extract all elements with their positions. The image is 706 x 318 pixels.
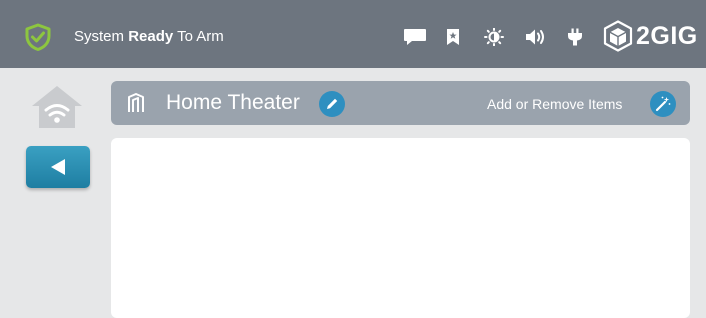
room-header-bar: Home Theater Add or Remove Items bbox=[111, 81, 690, 125]
back-button[interactable] bbox=[26, 146, 90, 188]
cube-logo-icon bbox=[603, 20, 633, 52]
pencil-icon bbox=[327, 98, 338, 109]
brand-name: 2GIG bbox=[636, 22, 698, 50]
home-wifi-icon bbox=[32, 86, 82, 128]
magic-wand-icon bbox=[655, 96, 671, 112]
shield-check-icon bbox=[25, 23, 51, 51]
back-arrow-icon bbox=[51, 159, 65, 175]
message-icon[interactable] bbox=[403, 28, 427, 46]
doorway-icon bbox=[128, 93, 144, 112]
status-suffix: To Arm bbox=[173, 28, 224, 45]
brightness-icon[interactable] bbox=[482, 28, 506, 46]
top-status-bar: System Ready To Arm 2GIG bbox=[0, 0, 706, 68]
add-remove-items-button[interactable] bbox=[650, 91, 676, 117]
add-remove-items-label[interactable]: Add or Remove Items bbox=[487, 95, 622, 113]
room-title: Home Theater bbox=[166, 91, 300, 114]
system-status-text: System Ready To Arm bbox=[74, 27, 224, 47]
power-plug-icon[interactable] bbox=[566, 28, 584, 46]
edit-room-name-button[interactable] bbox=[319, 91, 345, 117]
status-emphasis: Ready bbox=[128, 28, 174, 45]
status-prefix: System bbox=[74, 28, 129, 45]
volume-icon[interactable] bbox=[524, 28, 548, 46]
bookmark-icon[interactable] bbox=[446, 28, 460, 46]
room-items-panel bbox=[111, 138, 690, 318]
brand-logo: 2GIG bbox=[602, 18, 702, 54]
